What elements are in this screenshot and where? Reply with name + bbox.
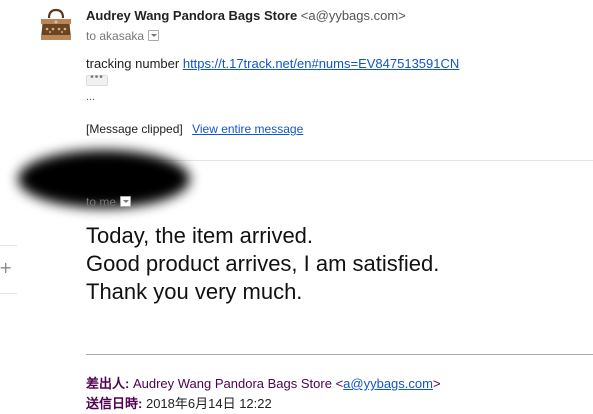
- forward-date-row: 送信日時: 2018年6月14日 12:22: [86, 393, 272, 412]
- tracking-link[interactable]: https://t.17track.net/en#nums=EV84751359…: [183, 56, 459, 71]
- forward-email-close: >: [432, 376, 441, 391]
- forward-date: 2018年6月14日 12:22: [145, 396, 272, 411]
- tracking-label: tracking number: [86, 56, 180, 71]
- recipient-row: to akasaka: [86, 29, 160, 43]
- trimmed-dots: ...: [86, 91, 96, 103]
- expand-plus-icon[interactable]: +: [0, 258, 12, 278]
- sender-email: <a@yybags.com>: [300, 8, 406, 23]
- sender-row: Audrey Wang Pandora Bags Store <a@yybags…: [86, 8, 406, 23]
- forward-from-row: 差出人: Audrey Wang Pandora Bags Store <a@y…: [86, 373, 441, 392]
- forward-date-label: 送信日時:: [86, 396, 143, 411]
- show-trimmed-content-button[interactable]: •••: [86, 73, 108, 86]
- forward-from-email-link[interactable]: a@yybags.com: [343, 376, 433, 391]
- left-rail-divider-top: [0, 245, 17, 246]
- clipped-row: [Message clipped] View entire message: [86, 122, 303, 136]
- body-line: Thank you very much.: [86, 279, 303, 304]
- recipient-row-2: to me: [86, 195, 132, 209]
- message-clipped-label: [Message clipped]: [86, 122, 183, 136]
- left-rail-divider-bottom: [0, 293, 17, 294]
- sender-name[interactable]: Audrey Wang Pandora Bags Store: [86, 8, 297, 23]
- handbag-avatar-icon[interactable]: [38, 6, 74, 42]
- forward-from-label: 差出人:: [86, 376, 130, 391]
- recipient-text: to akasaka: [86, 29, 145, 43]
- tracking-row: tracking number https://t.17track.net/en…: [86, 56, 459, 71]
- view-entire-message-link[interactable]: View entire message: [192, 122, 303, 136]
- forward-from-name: Audrey Wang Pandora Bags Store: [132, 376, 332, 391]
- dropdown-arrow-icon[interactable]: [148, 30, 160, 41]
- message-body: Today, the item arrived. Good product ar…: [86, 222, 439, 306]
- body-line: Good product arrives, I am satisfied.: [86, 251, 440, 276]
- forward-divider: [86, 354, 593, 355]
- body-line: Today, the item arrived.: [86, 223, 314, 248]
- dropdown-arrow-icon[interactable]: [120, 196, 132, 207]
- recipient-text-2: to me: [86, 195, 117, 209]
